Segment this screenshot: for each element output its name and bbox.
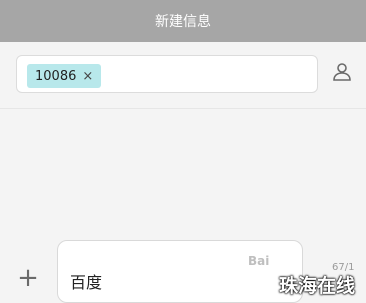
attach-button[interactable]: + — [16, 263, 40, 293]
recipient-field[interactable]: 10086 × — [16, 55, 318, 93]
message-input[interactable]: 百度 — [57, 240, 303, 303]
recipient-chip[interactable]: 10086 × — [27, 64, 102, 88]
message-text: 百度 — [70, 273, 103, 292]
page-title: 新建信息 — [155, 14, 211, 30]
plus-icon: + — [17, 263, 39, 293]
recipient-chip-label: 10086 — [35, 68, 77, 84]
brand-watermark: 珠海在线 — [279, 275, 356, 297]
watermark: Bai — [248, 254, 270, 268]
person-icon — [333, 63, 351, 81]
contact-picker-button[interactable] — [330, 60, 354, 84]
divider — [0, 108, 366, 109]
close-icon[interactable]: × — [82, 69, 93, 84]
title-bar: 新建信息 — [0, 0, 366, 42]
